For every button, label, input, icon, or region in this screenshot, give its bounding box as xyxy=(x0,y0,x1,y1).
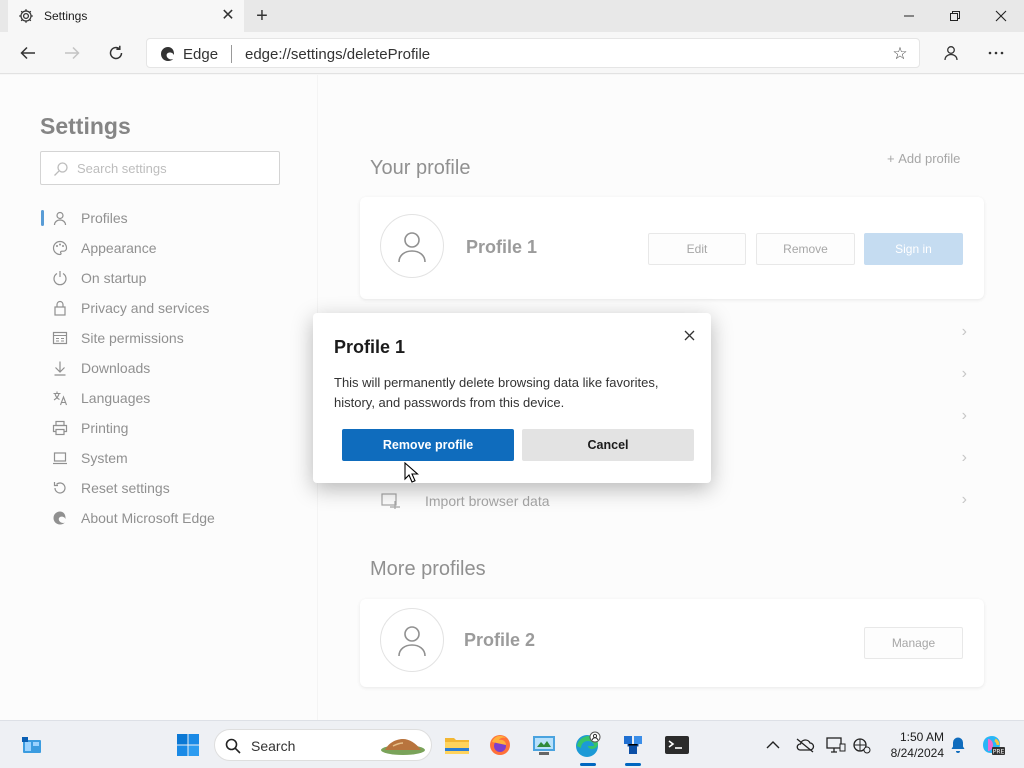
favorite-star-icon[interactable]: ☆ xyxy=(889,43,911,65)
taskbar: Search 1:50 AM 8/24/2024 PRE xyxy=(0,720,1024,768)
notifications-button[interactable] xyxy=(942,729,974,761)
url-text[interactable]: edge://settings/deleteProfile xyxy=(245,46,430,63)
refresh-button[interactable] xyxy=(101,38,131,68)
close-tab-icon[interactable]: ✕ xyxy=(218,6,238,26)
clock-date: 8/24/2024 xyxy=(890,746,944,760)
network-app-icon xyxy=(624,736,642,754)
widgets-button[interactable] xyxy=(16,729,48,761)
copilot-button[interactable]: PRE xyxy=(976,729,1008,761)
person-icon xyxy=(944,46,958,61)
search-highlight-art-icon xyxy=(381,739,425,755)
restore-icon xyxy=(950,11,960,21)
dialog-title: Profile 1 xyxy=(334,337,406,357)
network-status[interactable] xyxy=(846,729,878,761)
minimize-button[interactable] xyxy=(886,0,932,32)
edge-logo-icon xyxy=(161,47,174,61)
network-icon xyxy=(853,738,871,754)
navigation-bar: Edge edge://settings/deleteProfile ☆ xyxy=(0,32,1024,74)
taskbar-search-label: Search xyxy=(251,738,296,754)
monitor-icon xyxy=(826,737,846,753)
minimize-icon xyxy=(904,15,914,17)
back-button[interactable] xyxy=(13,38,43,68)
edge-icon xyxy=(576,731,601,757)
close-window-button[interactable] xyxy=(978,0,1024,32)
address-bar[interactable]: Edge edge://settings/deleteProfile ☆ xyxy=(146,38,920,68)
svg-text:PRE: PRE xyxy=(993,749,1005,756)
close-icon xyxy=(684,330,694,340)
close-icon xyxy=(995,10,1007,22)
gear-icon xyxy=(19,9,33,23)
cloud-offline-icon xyxy=(796,738,815,753)
omnibox-separator xyxy=(231,45,232,63)
chevron-up-icon xyxy=(766,741,780,749)
start-button[interactable] xyxy=(172,729,204,761)
taskbar-clock[interactable]: 1:50 AM 8/24/2024 xyxy=(880,729,944,761)
firefox-button[interactable] xyxy=(484,729,516,761)
remove-profile-button[interactable]: Remove profile xyxy=(342,429,514,461)
arrow-left-icon xyxy=(20,46,35,60)
mouse-pointer-icon xyxy=(404,462,419,483)
terminal-icon xyxy=(665,736,689,754)
tab-settings[interactable]: Settings ✕ xyxy=(8,0,244,32)
widgets-icon xyxy=(22,737,41,753)
running-indicator xyxy=(625,763,641,766)
omnibox-label: Edge xyxy=(183,46,219,63)
running-indicator xyxy=(580,763,596,766)
maximize-button[interactable] xyxy=(932,0,978,32)
copilot-icon: PRE xyxy=(983,736,1005,756)
forward-button[interactable] xyxy=(57,38,87,68)
folder-icon xyxy=(445,738,469,754)
refresh-icon xyxy=(109,45,123,60)
dialog-message: This will permanently delete browsing da… xyxy=(334,375,659,410)
new-tab-button[interactable]: + xyxy=(250,4,274,28)
tab-title: Settings xyxy=(44,9,88,23)
close-dialog-button[interactable] xyxy=(679,325,699,345)
delete-profile-dialog: Profile 1 This will permanently delete b… xyxy=(313,313,711,483)
network-app-button[interactable] xyxy=(617,729,649,761)
terminal-button[interactable] xyxy=(661,729,693,761)
file-explorer-button[interactable] xyxy=(441,729,473,761)
control-panel-button[interactable] xyxy=(528,729,560,761)
control-panel-icon xyxy=(533,736,555,755)
windows-logo-icon xyxy=(177,734,199,756)
arrow-right-icon xyxy=(65,46,80,60)
bell-icon xyxy=(951,737,965,753)
onedrive-status[interactable] xyxy=(789,729,821,761)
more-menu-button[interactable] xyxy=(981,38,1011,68)
profile-button[interactable] xyxy=(936,38,966,68)
search-icon xyxy=(225,738,241,754)
tab-strip: Settings ✕ + xyxy=(0,0,1024,32)
taskbar-search[interactable]: Search xyxy=(214,729,432,761)
firefox-icon xyxy=(490,735,510,755)
ellipsis-icon xyxy=(988,51,1004,55)
show-hidden-icons-button[interactable] xyxy=(757,729,789,761)
clock-time: 1:50 AM xyxy=(899,730,944,744)
edge-taskbar-button[interactable] xyxy=(572,729,604,761)
cancel-button[interactable]: Cancel xyxy=(522,429,694,461)
